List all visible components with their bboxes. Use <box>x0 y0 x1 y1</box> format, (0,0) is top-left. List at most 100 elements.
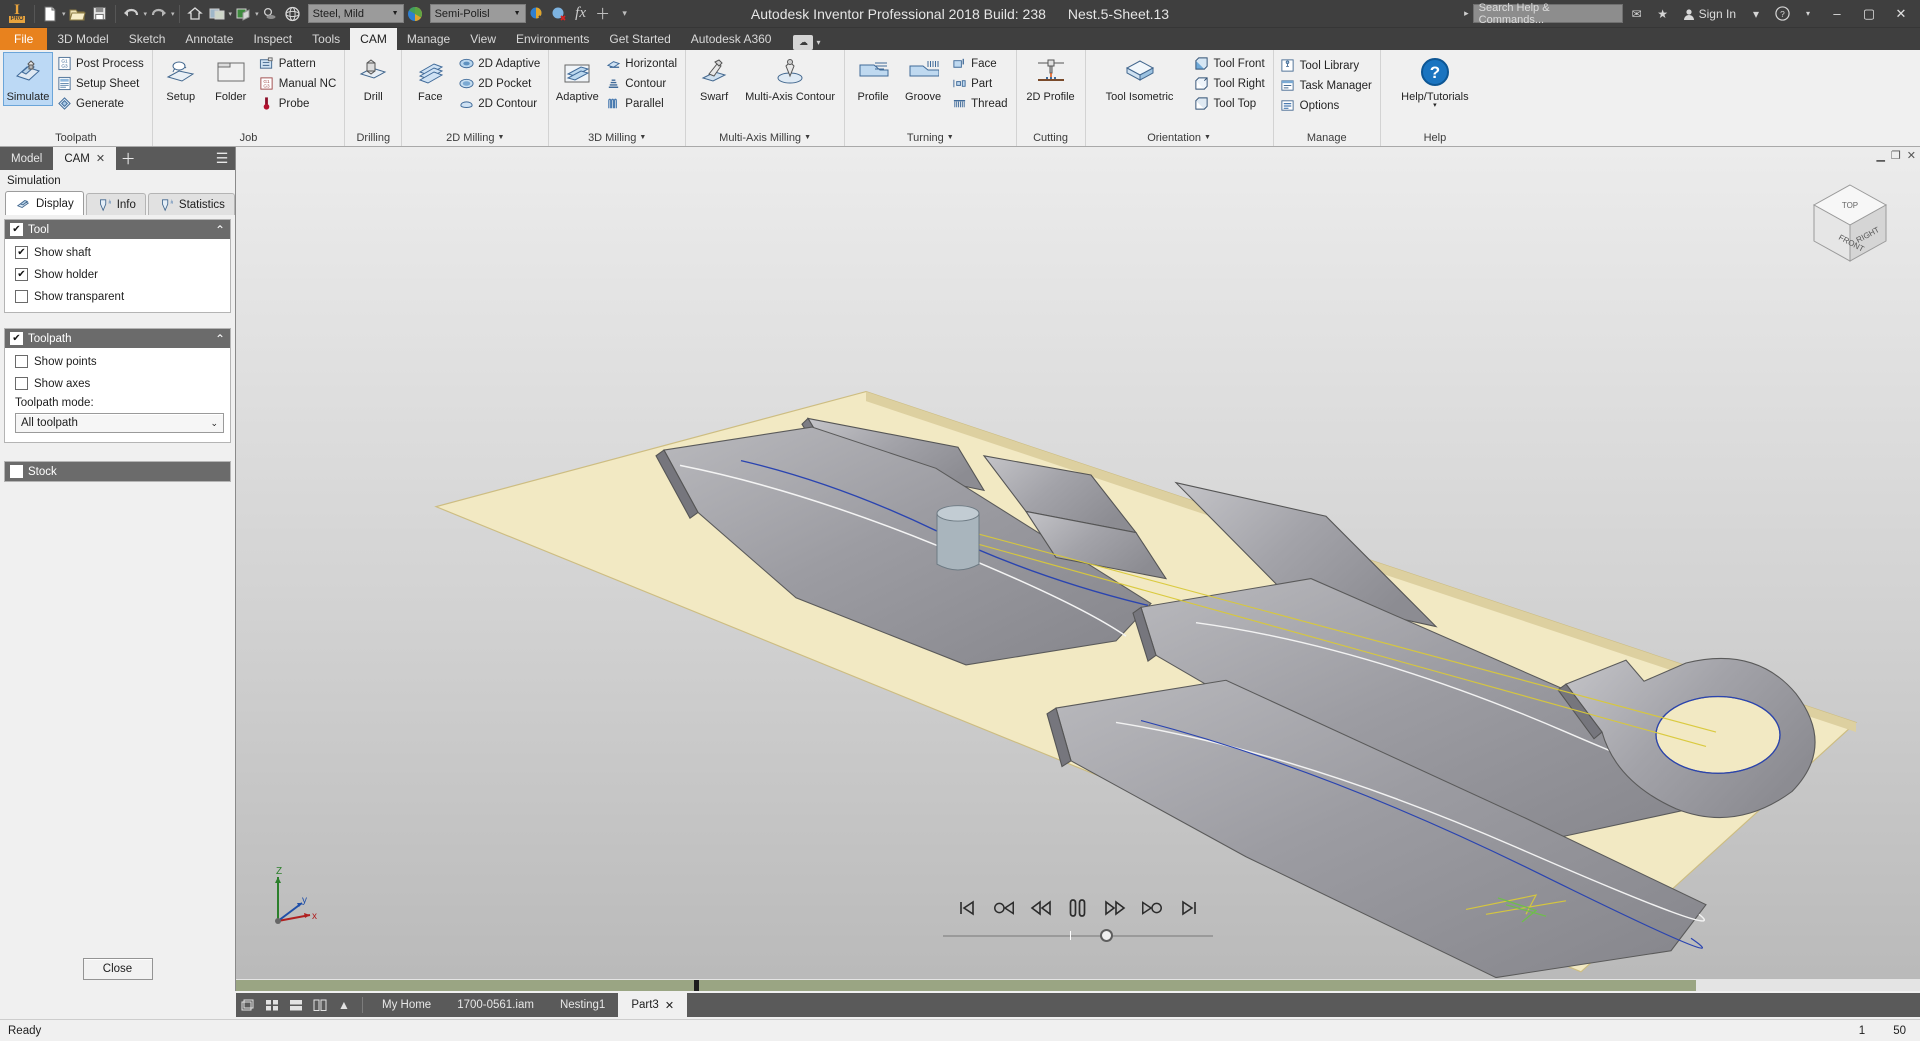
adjust-color-button[interactable] <box>526 2 548 26</box>
face-button[interactable]: Face <box>406 53 454 105</box>
viewcube[interactable]: FRONT RIGHT TOP <box>1802 175 1898 271</box>
browser-tab-cam[interactable]: CAM ✕ <box>53 147 116 170</box>
turning-profile-button[interactable]: Profile <box>849 53 897 105</box>
pattern-button[interactable]: Pattern <box>257 54 341 73</box>
help-icon[interactable]: ? <box>1770 2 1794 26</box>
tab-info[interactable]: # Info <box>86 193 146 215</box>
scrollbar-grip[interactable] <box>694 980 699 991</box>
setup-sheet-button[interactable]: Setup Sheet <box>54 74 148 93</box>
panel-dropdown-3d-milling[interactable]: ▼ <box>639 134 646 141</box>
contour-button[interactable]: Contour <box>603 74 681 93</box>
2d-contour-button[interactable]: 2D Contour <box>456 94 544 113</box>
ribbon-tab-file[interactable]: File <box>0 28 47 50</box>
turning-thread-button[interactable]: Thread <box>949 94 1011 113</box>
adaptive-button[interactable]: Adaptive <box>553 53 601 105</box>
show-shaft-checkbox[interactable] <box>15 246 28 259</box>
document-tab-my-home[interactable]: My Home <box>369 993 444 1017</box>
maximize-window-button[interactable]: ▢ <box>1854 1 1884 27</box>
turning-face-button[interactable]: Face <box>949 54 1011 73</box>
simulation-progress-slider[interactable] <box>943 929 1213 943</box>
panel-dropdown-orientation[interactable]: ▼ <box>1204 134 1211 141</box>
tool-isometric-button[interactable]: Tool Isometric <box>1090 53 1190 105</box>
help-tutorials-dropdown-icon[interactable]: ▾ <box>1433 103 1437 109</box>
notifications-icon[interactable]: ✉ <box>1625 2 1649 26</box>
tile-grid-icon[interactable] <box>260 993 284 1017</box>
ribbon-tab-cam[interactable]: CAM <box>350 28 397 50</box>
ribbon-tab-inspect[interactable]: Inspect <box>243 28 302 50</box>
skip-to-end-button[interactable] <box>1177 896 1201 920</box>
tool-top-button[interactable]: Tool Top <box>1192 94 1269 113</box>
show-points-checkbox[interactable] <box>15 355 28 368</box>
scrollbar-thumb[interactable] <box>236 980 1696 991</box>
pause-button[interactable] <box>1066 896 1090 920</box>
account-dropdown-icon[interactable]: ▾ <box>1744 2 1768 26</box>
parallel-button[interactable]: Parallel <box>603 94 681 113</box>
add-to-qat-button[interactable]: ＋ <box>592 2 614 26</box>
tab-display[interactable]: Display <box>5 191 84 215</box>
browser-tab-cam-close-icon[interactable]: ✕ <box>96 152 105 165</box>
tile-cascade-icon[interactable] <box>236 993 260 1017</box>
tile-vertical-icon[interactable] <box>308 993 332 1017</box>
document-tab-1700-0561[interactable]: 1700-0561.iam <box>444 993 547 1017</box>
horizontal-button[interactable]: Horizontal <box>603 54 681 73</box>
group-stock-header[interactable]: Stock <box>5 462 230 481</box>
rewind-button[interactable] <box>1029 896 1053 920</box>
2d-adaptive-button[interactable]: 2D Adaptive <box>456 54 544 73</box>
help-tutorials-button[interactable]: ? Help/Tutorials ▾ <box>1385 53 1485 111</box>
group-stock-checkbox[interactable] <box>10 465 23 478</box>
ribbon-tab-get-started[interactable]: Get Started <box>599 28 680 50</box>
ribbon-tab-manage[interactable]: Manage <box>397 28 460 50</box>
show-transparent-checkbox[interactable] <box>15 290 28 303</box>
cloud-dropdown-icon[interactable]: ▾ <box>816 38 820 47</box>
redo-dropdown-icon[interactable]: ▾ <box>171 10 175 18</box>
tool-library-button[interactable]: Tool Library <box>1278 56 1376 75</box>
folder-button[interactable]: Folder <box>207 53 255 105</box>
panel-dropdown-multi-axis[interactable]: ▼ <box>804 134 811 141</box>
parameters-button[interactable]: fx <box>570 2 592 26</box>
ribbon-tab-3d-model[interactable]: 3D Model <box>47 28 118 50</box>
panel-dropdown-turning[interactable]: ▼ <box>947 134 954 141</box>
step-backward-button[interactable] <box>992 896 1016 920</box>
toolpath-mode-select[interactable]: All toolpath ⌄ <box>15 413 224 433</box>
viewport-restore-icon[interactable]: ❐ <box>1891 149 1901 162</box>
document-tab-part3[interactable]: Part3 ✕ <box>618 993 687 1017</box>
document-tab-part3-close-icon[interactable]: ✕ <box>665 999 674 1012</box>
viewport-minimize-icon[interactable]: ▁ <box>1876 149 1884 162</box>
post-process-button[interactable]: G1G3 Post Process <box>54 54 148 73</box>
checkbox-show-shaft[interactable]: Show shaft <box>15 246 224 259</box>
options-button[interactable]: Options <box>1278 96 1376 115</box>
appearance-button[interactable] <box>206 2 228 26</box>
home-view-button[interactable] <box>184 2 206 26</box>
open-document-button[interactable] <box>66 2 89 26</box>
tool-front-button[interactable]: Tool Front <box>1192 54 1269 73</box>
turning-groove-button[interactable]: Groove <box>899 53 947 105</box>
swarf-button[interactable]: Swarf <box>690 53 738 105</box>
redo-button[interactable] <box>147 2 170 26</box>
tile-horizontal-icon[interactable] <box>284 993 308 1017</box>
shadows-button[interactable] <box>259 2 281 26</box>
search-input[interactable]: Search Help & Commands... <box>1473 4 1623 23</box>
probe-button[interactable]: Probe <box>257 94 341 113</box>
2d-profile-cut-button[interactable]: 2D Profile <box>1021 53 1081 105</box>
skip-to-start-button[interactable] <box>955 896 979 920</box>
2d-pocket-button[interactable]: 2D Pocket <box>456 74 544 93</box>
material-color-button[interactable] <box>404 2 426 26</box>
show-axes-checkbox[interactable] <box>15 377 28 390</box>
document-tab-nesting1[interactable]: Nesting1 <box>547 993 618 1017</box>
simulate-button[interactable]: Simulate <box>4 53 52 105</box>
tool-right-button[interactable]: Tool Right <box>1192 74 1269 93</box>
ribbon-tab-view[interactable]: View <box>460 28 506 50</box>
orbit-button[interactable] <box>281 2 304 26</box>
search-expand-icon[interactable]: ▸ <box>1464 8 1469 19</box>
viewport-close-icon[interactable]: ✕ <box>1907 149 1916 162</box>
ribbon-tab-environments[interactable]: Environments <box>506 28 599 50</box>
qat-options-dropdown[interactable]: ▾ <box>614 2 636 26</box>
task-manager-button[interactable]: Task Manager <box>1278 76 1376 95</box>
expand-icon[interactable]: ▲ <box>332 993 356 1017</box>
ribbon-tab-autodesk-a360[interactable]: Autodesk A360 <box>681 28 782 50</box>
browser-menu-icon[interactable]: ☰ <box>209 147 235 170</box>
group-toolpath-collapse-icon[interactable]: ⌃ <box>215 332 225 346</box>
new-document-button[interactable] <box>39 2 61 26</box>
manual-nc-button[interactable]: G1G3 Manual NC <box>257 74 341 93</box>
group-tool-collapse-icon[interactable]: ⌃ <box>215 223 225 237</box>
